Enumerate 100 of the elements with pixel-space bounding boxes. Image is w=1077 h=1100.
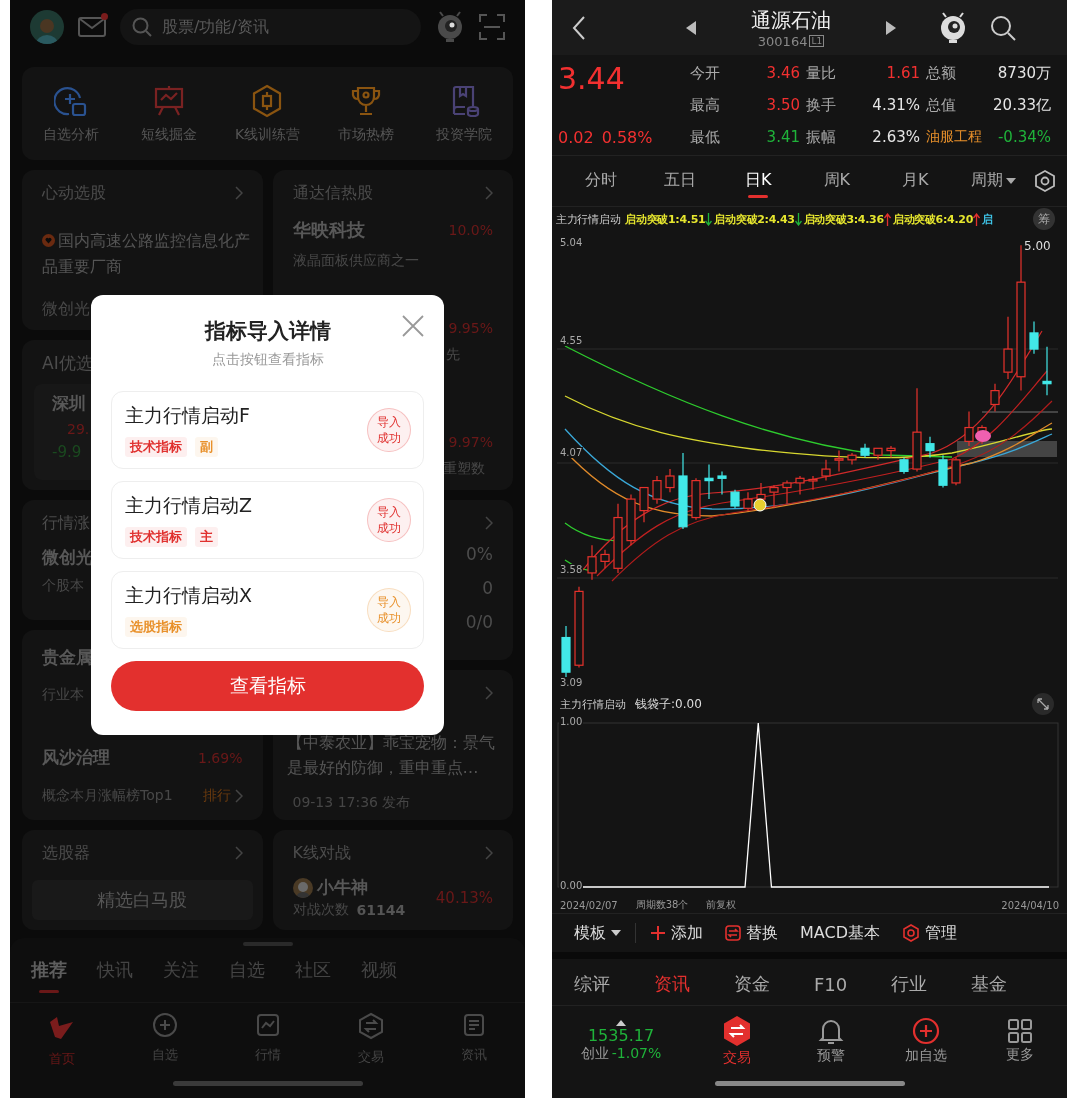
section-tab[interactable]: 资金: [734, 972, 770, 996]
action-button[interactable]: 预警: [784, 1016, 879, 1066]
screener-button[interactable]: 精选白马股: [32, 880, 253, 920]
chevron-right-icon: [485, 516, 493, 530]
action-button[interactable]: 交易: [690, 1014, 785, 1068]
search-field[interactable]: 股票/功能/资讯: [120, 8, 421, 45]
period-tab[interactable]: 五日: [640, 164, 719, 198]
exchange-icon: [722, 1015, 753, 1047]
mail-icon[interactable]: [78, 15, 106, 38]
hexagon-settings-icon: [901, 924, 920, 942]
chart-footer-text: 2024/02/07: [560, 899, 618, 911]
exchange-icon: [357, 1012, 384, 1040]
toolbar-button[interactable]: 模板: [574, 922, 621, 944]
shortcut-label[interactable]: 自选分析: [43, 125, 100, 144]
user-name: 小牛神: [316, 876, 368, 899]
stat-label: 今开: [690, 63, 721, 83]
chevron-right-icon: [485, 186, 493, 200]
indicator-value: 启动突破6:4.20: [892, 211, 973, 227]
candle: [795, 475, 805, 496]
candle: [873, 447, 883, 461]
section-tab[interactable]: 资讯: [654, 972, 690, 996]
candle: [899, 456, 909, 475]
chip-badge[interactable]: 筹: [1033, 208, 1055, 230]
document-icon: [461, 1012, 486, 1038]
caret-down-icon: [611, 930, 621, 936]
period-tab[interactable]: 月K: [876, 164, 955, 198]
candle: [639, 486, 649, 523]
search-icon[interactable]: [990, 14, 1016, 41]
axis-label: 3.58: [559, 564, 584, 575]
action-button[interactable]: 更多: [972, 1017, 1067, 1065]
toolbar-button[interactable]: 管理: [901, 922, 957, 944]
shortcut-label[interactable]: K线训练营: [234, 125, 301, 144]
candle: [834, 450, 844, 472]
indicator-value: 启动突破2:4.43: [714, 211, 795, 227]
section-tab[interactable]: F10: [814, 973, 848, 995]
battle-count: 61144: [356, 902, 406, 918]
scan-icon[interactable]: [479, 13, 505, 40]
expand-icon[interactable]: [1031, 693, 1055, 715]
swap-icon: [725, 925, 741, 941]
previous-stock-icon[interactable]: [686, 20, 696, 35]
shortcut-label[interactable]: 投资学院: [435, 125, 492, 144]
section-tab[interactable]: 综评: [574, 972, 610, 996]
view-indicator-button[interactable]: 查看指标: [111, 661, 424, 711]
shortcut-label[interactable]: 短线掘金: [141, 125, 198, 144]
toolbar-button[interactable]: 添加: [650, 922, 703, 944]
indicator-name: 主力行情启动X: [125, 584, 253, 606]
toolbar-button[interactable]: 替换: [725, 922, 778, 944]
toolbar-button[interactable]: MACD基本: [800, 922, 880, 944]
caret-down-icon: [1006, 177, 1017, 184]
back-icon[interactable]: [572, 14, 586, 41]
concept-change: 1.69%: [198, 749, 243, 766]
axis-label: 1.00: [559, 716, 584, 727]
stat-value: 1.61: [885, 64, 921, 82]
period-tab[interactable]: 周K: [797, 164, 876, 198]
shortcut-label[interactable]: 市场热榜: [337, 125, 394, 144]
index-name: 创业: [580, 1044, 609, 1063]
feed-tab[interactable]: 推荐: [26, 958, 92, 1002]
candle: [600, 549, 610, 569]
high-price-label: 5.00: [1024, 239, 1051, 253]
card-title: 心动选股: [42, 182, 106, 204]
stat-value: 3.50: [765, 96, 801, 114]
status-stamp: 导入成功: [367, 408, 411, 452]
section-tab[interactable]: 行业: [891, 972, 928, 996]
indicator-value: 启动突破3:4.36: [803, 211, 884, 227]
indicator-tag: 技术指标: [125, 527, 187, 547]
next-stock-icon[interactable]: [886, 20, 896, 35]
stat-value: 2.63%: [871, 128, 921, 146]
sector-link[interactable]: 油服工程: [926, 128, 988, 146]
stat-value: 4.31%: [871, 96, 921, 114]
chevron-right-icon: [234, 186, 243, 200]
stat-value: 20.33亿: [992, 95, 1052, 115]
stat-label: 最低: [690, 127, 721, 147]
candle: [990, 383, 1000, 412]
period-tab[interactable]: 日K: [719, 164, 798, 198]
status-stamp: 导入成功: [367, 588, 411, 632]
coin-icon: [753, 498, 767, 512]
dialog-subtitle: 点击按钮查看指标: [211, 351, 324, 369]
candle: [613, 503, 623, 574]
indicator-value: 钱袋子:0.00: [635, 695, 702, 713]
period-tab[interactable]: 分时: [562, 164, 641, 198]
section-tab[interactable]: 基金: [971, 972, 1008, 996]
action-button[interactable]: 加自选: [878, 1016, 973, 1066]
return-rate: 40.13%: [435, 888, 493, 907]
headline-text[interactable]: 国内高速公路监控信息化产品重要厂商: [42, 228, 251, 280]
percent-change: 0.58%: [601, 128, 653, 147]
indicator-name: 主力行情启动Z: [125, 494, 253, 516]
indicator-tag: 副: [195, 437, 218, 457]
stock-name: 华映科技: [292, 218, 365, 242]
plus-icon: [650, 925, 666, 941]
candle: [652, 475, 662, 505]
indicator-value: 启动突破1:4.51: [625, 211, 706, 227]
user-avatar[interactable]: [30, 9, 64, 44]
period-tab[interactable]: 周期: [954, 164, 1033, 198]
stat-label: 换手: [806, 95, 837, 115]
close-icon[interactable]: [402, 315, 424, 337]
axis-label: 4.07: [559, 447, 584, 458]
indicator-tag: 选股指标: [125, 617, 187, 637]
candle: [821, 459, 831, 482]
stock-code: 300164: [757, 33, 808, 49]
hexagon-settings-icon[interactable]: [1033, 169, 1057, 193]
